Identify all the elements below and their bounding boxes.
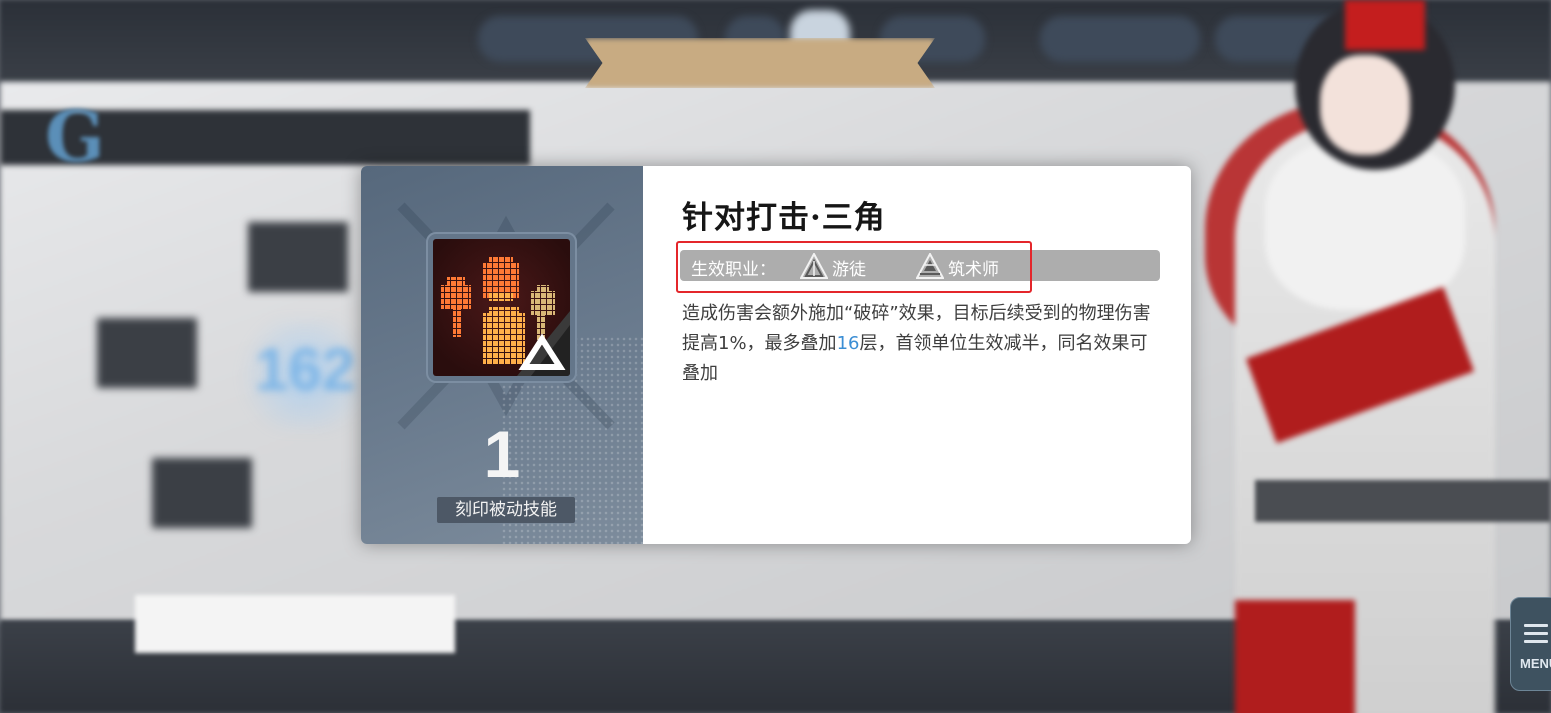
skill-info-panel: 针对打击·三角 生效职业： 游徒 筑术师 造成伤害会额外施加“破碎”效果，目标后… [643, 166, 1191, 544]
menu-button[interactable]: MENU [1510, 597, 1551, 691]
stack-count: 16 [836, 333, 860, 354]
character-nameplate-blurred [1255, 480, 1551, 522]
skill-icon [433, 239, 570, 376]
game-logo-blurred: G [45, 95, 105, 178]
node-card-blurred [97, 318, 197, 388]
menu-icon [1524, 624, 1548, 643]
banner-blurred [585, 38, 935, 88]
counter-blurred: 162 [255, 336, 356, 403]
node-card-blurred [248, 222, 348, 292]
skill-level: 1 [483, 417, 521, 491]
bottom-button-blurred [135, 595, 455, 653]
character-art-blurred [1195, 0, 1551, 713]
node-card-blurred [152, 458, 252, 528]
skill-description: 造成伤害会额外施加“破碎”效果，目标后续受到的物理伤害提高1%，最多叠加16层，… [682, 303, 1151, 384]
skill-icon-panel: 1 刻印被动技能 [361, 166, 643, 544]
jobs-highlight-box [676, 241, 1032, 293]
skill-icon-frame [426, 232, 577, 383]
menu-label: MENU [1520, 656, 1551, 671]
skill-type-label: 刻印被动技能 [437, 497, 575, 523]
skill-detail-dialog: 1 刻印被动技能 针对打击·三角 生效职业： 游徒 筑术师 造成伤害会额外施加“… [361, 166, 1191, 544]
pixel-flames-icon [441, 257, 570, 376]
skill-title: 针对打击·三角 [682, 200, 886, 236]
top-pill-blurred [1040, 16, 1200, 62]
